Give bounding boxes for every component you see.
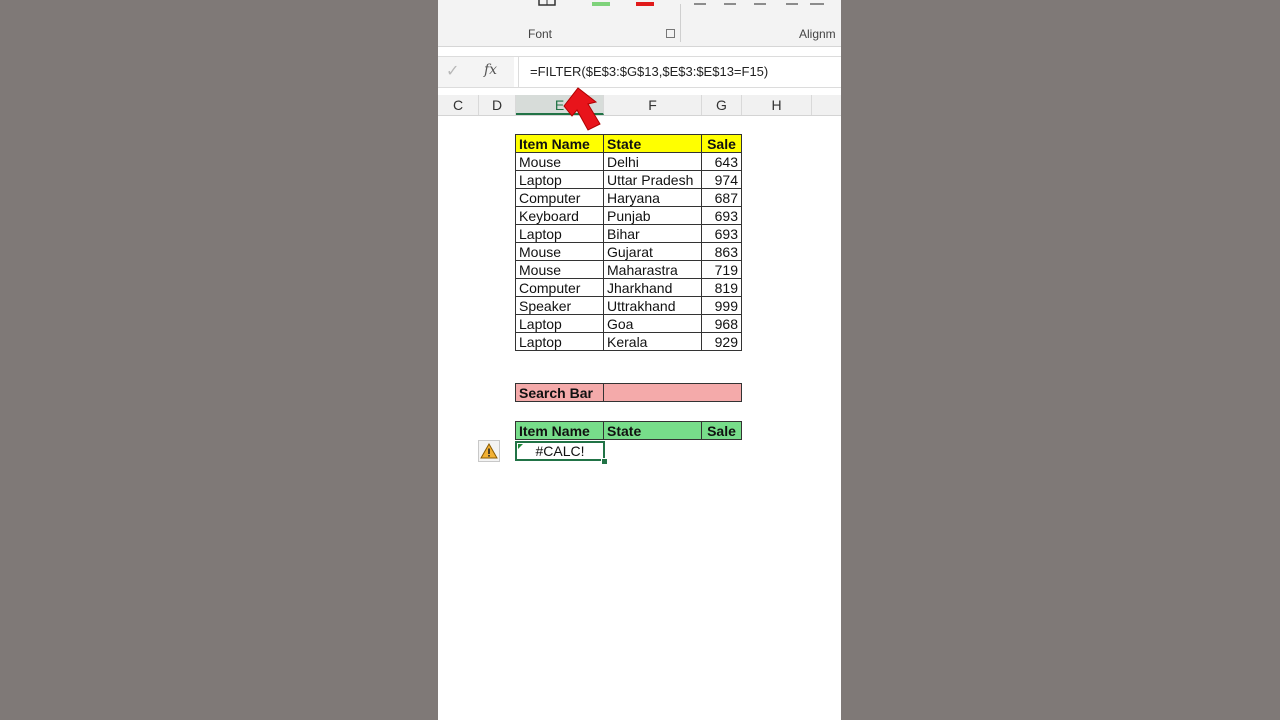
search-input-cell[interactable]	[603, 383, 742, 402]
table-row: Computer Jharkhand 819	[515, 278, 742, 297]
cell-item[interactable]: Laptop	[515, 332, 604, 351]
fill-color-icon[interactable]	[590, 0, 612, 8]
column-header-c[interactable]: C	[438, 95, 479, 115]
ribbon-divider	[680, 4, 681, 42]
error-indicator-icon	[518, 444, 523, 449]
result-table: Item Name State Sale	[515, 421, 742, 440]
table-row: Laptop Goa 968	[515, 314, 742, 333]
search-bar-row: Search Bar	[515, 383, 742, 402]
align-icons[interactable]	[694, 0, 834, 8]
data-table: Item Name State Sale Mouse Delhi 643 Lapto…	[515, 134, 742, 351]
search-bar-table: Search Bar	[515, 383, 742, 402]
ribbon: Font Alignm	[438, 0, 841, 47]
cell-sale[interactable]: 974	[701, 170, 742, 189]
cell-item[interactable]: Mouse	[515, 152, 604, 171]
cell-sale[interactable]: 687	[701, 188, 742, 207]
table-row: Speaker Uttrakhand 999	[515, 296, 742, 315]
column-header-h[interactable]: H	[742, 95, 812, 115]
result-header-item-name[interactable]: Item Name	[515, 421, 604, 440]
cell-state[interactable]: Jharkhand	[603, 278, 702, 297]
cell-sale[interactable]: 693	[701, 206, 742, 225]
cell-state[interactable]: Delhi	[603, 152, 702, 171]
cell-item[interactable]: Computer	[515, 188, 604, 207]
cell-sale[interactable]: 643	[701, 152, 742, 171]
table-row: Mouse Delhi 643	[515, 152, 742, 171]
formula-bar: ✓ fx =FILTER($E$3:$G$13,$E$3:$E$13=F15)	[438, 56, 841, 88]
fill-handle[interactable]	[601, 458, 608, 465]
error-value: #CALC!	[535, 443, 585, 459]
cell-sale[interactable]: 819	[701, 278, 742, 297]
header-sale[interactable]: Sale	[701, 134, 742, 153]
cell-state[interactable]: Uttar Pradesh	[603, 170, 702, 189]
cell-sale[interactable]: 968	[701, 314, 742, 333]
cell-state[interactable]: Haryana	[603, 188, 702, 207]
cell-sale[interactable]: 693	[701, 224, 742, 243]
excel-window: Font Alignm ✓ fx =FILTER($E$3:$G$13,$E$3…	[438, 0, 841, 720]
column-header-g[interactable]: G	[702, 95, 742, 115]
cell-item[interactable]: Mouse	[515, 260, 604, 279]
table-row: Laptop Bihar 693	[515, 224, 742, 243]
formula-input[interactable]: =FILTER($E$3:$G$13,$E$3:$E$13=F15)	[518, 57, 840, 87]
red-arrow-pointer-icon	[563, 87, 601, 131]
cell-item[interactable]: Keyboard	[515, 206, 604, 225]
cell-item[interactable]: Laptop	[515, 314, 604, 333]
cell-item[interactable]: Speaker	[515, 296, 604, 315]
borders-icon[interactable]	[538, 0, 556, 8]
error-warning-button[interactable]	[478, 440, 500, 462]
table-row: Keyboard Punjab 693	[515, 206, 742, 225]
column-header-f[interactable]: F	[604, 95, 702, 115]
cell-item[interactable]: Laptop	[515, 224, 604, 243]
result-table-header-row: Item Name State Sale	[515, 421, 742, 440]
cell-state[interactable]: Gujarat	[603, 242, 702, 261]
font-dialog-launcher-icon[interactable]	[666, 29, 675, 38]
cell-sale[interactable]: 863	[701, 242, 742, 261]
formula-bar-buttons: ✓ fx	[438, 57, 514, 87]
table-row: Computer Haryana 687	[515, 188, 742, 207]
cell-state[interactable]: Kerala	[603, 332, 702, 351]
data-table-header-row: Item Name State Sale	[515, 134, 742, 153]
cell-item[interactable]: Mouse	[515, 242, 604, 261]
table-row: Laptop Uttar Pradesh 974	[515, 170, 742, 189]
selected-error-cell[interactable]: #CALC!	[515, 441, 605, 461]
warning-icon	[480, 442, 498, 459]
cell-item[interactable]: Computer	[515, 278, 604, 297]
table-row: Laptop Kerala 929	[515, 332, 742, 351]
result-header-state[interactable]: State	[603, 421, 702, 440]
result-header-sale[interactable]: Sale	[701, 421, 742, 440]
cell-sale[interactable]: 719	[701, 260, 742, 279]
column-header-d[interactable]: D	[479, 95, 516, 115]
header-state[interactable]: State	[603, 134, 702, 153]
cell-state[interactable]: Maharastra	[603, 260, 702, 279]
cell-state[interactable]: Uttrakhand	[603, 296, 702, 315]
cell-item[interactable]: Laptop	[515, 170, 604, 189]
enter-check-icon[interactable]: ✓	[446, 61, 459, 81]
font-group-label: Font	[528, 27, 553, 41]
alignment-group-label: Alignm	[799, 27, 836, 41]
cell-state[interactable]: Goa	[603, 314, 702, 333]
cell-state[interactable]: Punjab	[603, 206, 702, 225]
header-item-name[interactable]: Item Name	[515, 134, 604, 153]
cell-sale[interactable]: 999	[701, 296, 742, 315]
column-headers: C D E F G H	[438, 95, 841, 116]
cell-sale[interactable]: 929	[701, 332, 742, 351]
cell-state[interactable]: Bihar	[603, 224, 702, 243]
table-row: Mouse Maharastra 719	[515, 260, 742, 279]
font-color-icon[interactable]	[634, 0, 656, 8]
table-row: Mouse Gujarat 863	[515, 242, 742, 261]
search-bar-label: Search Bar	[515, 383, 604, 402]
insert-function-icon[interactable]: fx	[484, 62, 497, 78]
